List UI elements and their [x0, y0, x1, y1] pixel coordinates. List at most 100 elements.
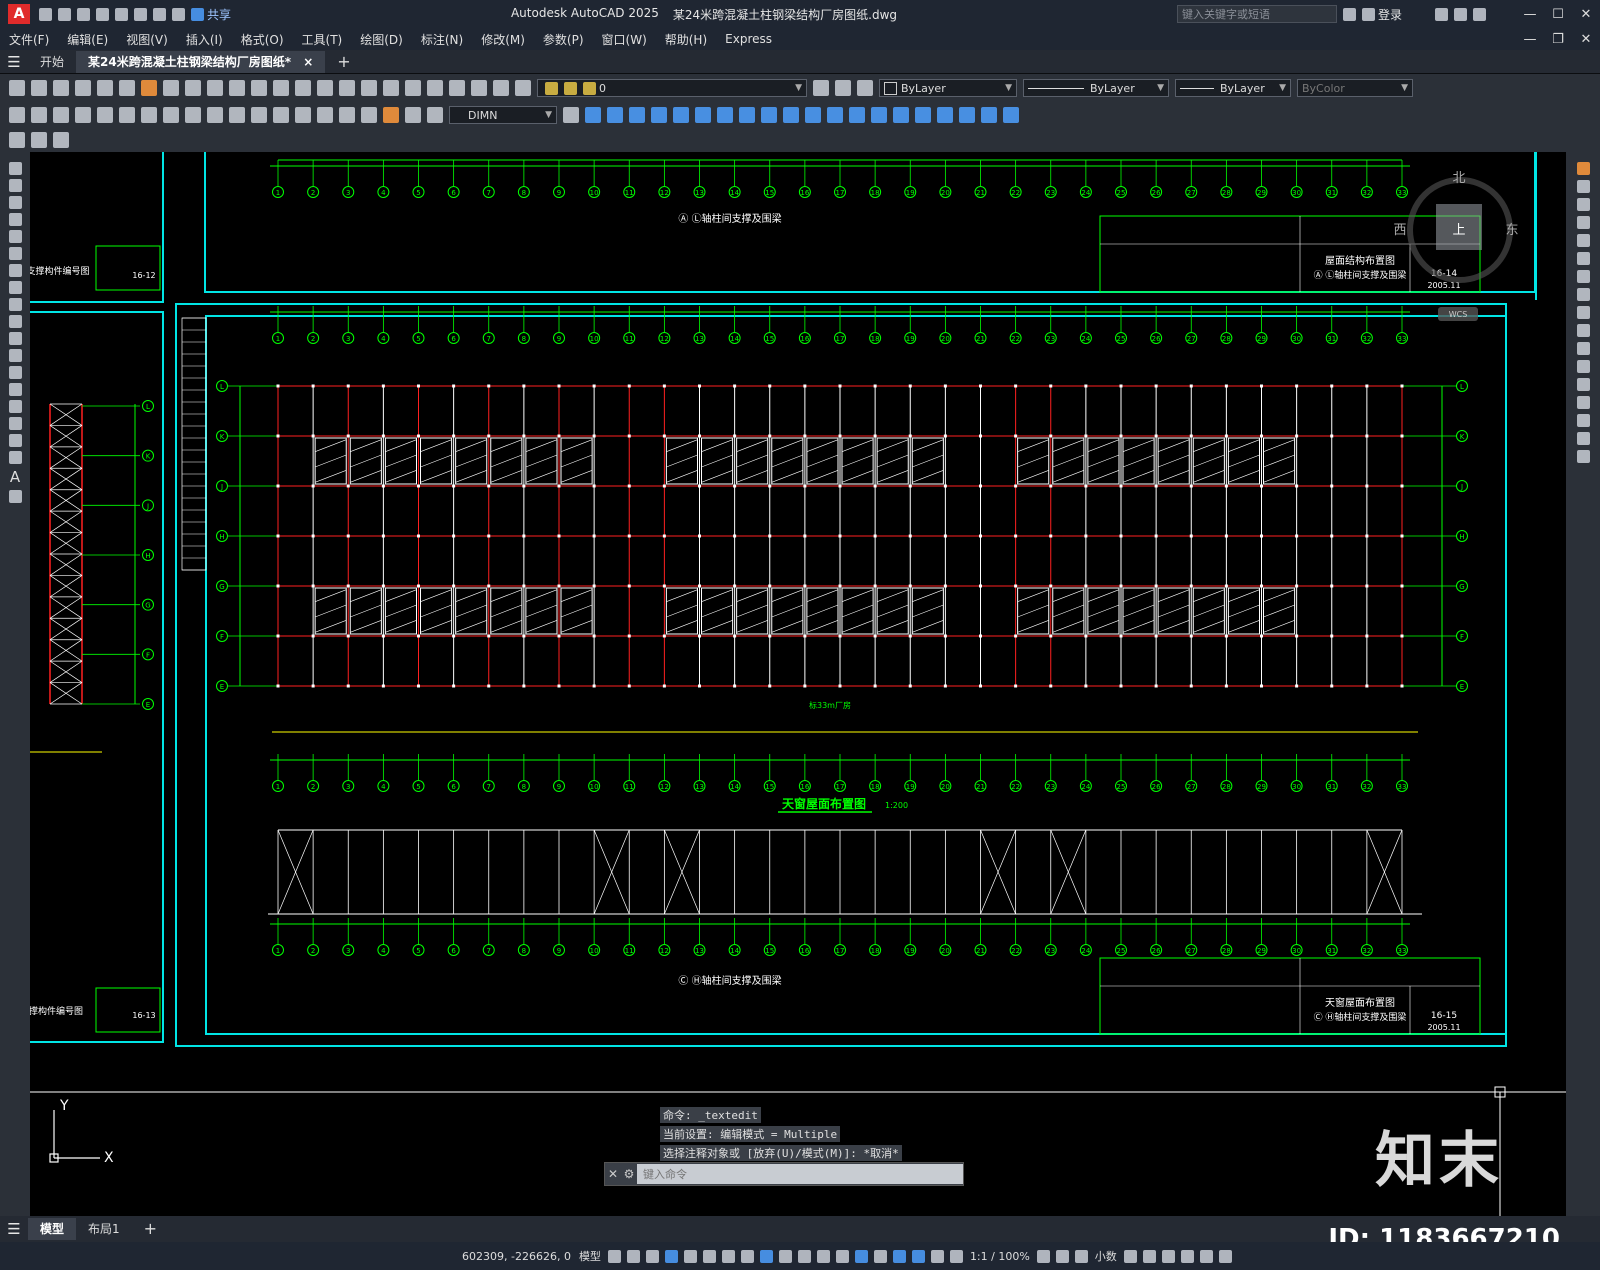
drawing-canvas[interactable]: 屋面结构布置图 Ⓐ Ⓛ轴柱间支撑及围梁 16-14 2005.11 天窗屋面布置…: [30, 152, 1566, 1216]
dim-text-edit-icon[interactable]: [405, 107, 421, 123]
quick-dim-icon[interactable]: [185, 107, 201, 123]
properties-icon[interactable]: [383, 80, 399, 96]
fillet-icon[interactable]: [1576, 414, 1590, 427]
ellipse-arc-icon[interactable]: [8, 332, 22, 345]
menu-dimension[interactable]: 标注(N): [412, 31, 472, 48]
open-file-icon[interactable]: [31, 80, 47, 96]
menu-window[interactable]: 窗口(W): [593, 31, 656, 48]
plot-icon[interactable]: [134, 7, 147, 21]
point-icon[interactable]: [8, 383, 22, 396]
menu-view[interactable]: 视图(V): [117, 31, 177, 48]
doc-close-button[interactable]: ✕: [1572, 32, 1600, 47]
zoom-window-icon[interactable]: [339, 80, 355, 96]
minimize-button[interactable]: —: [1516, 7, 1544, 22]
make-block-icon[interactable]: [8, 366, 22, 379]
hatch-icon[interactable]: [8, 400, 22, 413]
attribute-edit-icon[interactable]: [31, 132, 47, 148]
polygon-icon[interactable]: [8, 213, 22, 226]
modify-offset-icon[interactable]: [629, 107, 645, 123]
rectangle-icon[interactable]: [8, 230, 22, 243]
units-icon[interactable]: [1074, 1249, 1088, 1263]
make-current-layer-icon[interactable]: [813, 80, 829, 96]
snap-icon[interactable]: [626, 1249, 640, 1263]
plot-preview-icon[interactable]: [97, 80, 113, 96]
transparency-icon[interactable]: [797, 1249, 811, 1263]
layer-dropdown[interactable]: 0 ▼: [537, 79, 807, 97]
publish-3d-icon[interactable]: [119, 80, 135, 96]
add-layout-button[interactable]: +: [132, 1218, 169, 1240]
dim-update-icon[interactable]: [427, 107, 443, 123]
draw-order-icon[interactable]: [937, 107, 953, 123]
object-snap-icon[interactable]: [759, 1249, 773, 1263]
modify-join-icon[interactable]: [827, 107, 843, 123]
center-mark-icon[interactable]: [317, 107, 333, 123]
gradient-icon[interactable]: [8, 417, 22, 430]
lineweight-dropdown[interactable]: ByLayer ▼: [1175, 79, 1291, 97]
add-selected-icon[interactable]: [8, 490, 22, 503]
print-icon[interactable]: [75, 80, 91, 96]
open-icon[interactable]: [58, 7, 71, 21]
paste-icon[interactable]: [185, 80, 201, 96]
text-edit-icon[interactable]: [9, 132, 25, 148]
aligned-dim-icon[interactable]: [31, 107, 47, 123]
coordinates-readout[interactable]: 602309, -226626, 0: [458, 1250, 575, 1263]
help-icon[interactable]: [1473, 7, 1486, 21]
save-as-icon[interactable]: [96, 7, 109, 21]
copy-object-icon[interactable]: [1576, 180, 1590, 193]
revision-cloud-icon[interactable]: [8, 281, 22, 294]
erase-icon[interactable]: [1576, 162, 1590, 175]
lock-ui-icon[interactable]: [1142, 1249, 1156, 1263]
layer-properties-icon[interactable]: [515, 80, 531, 96]
dim-break-icon[interactable]: [273, 107, 289, 123]
mtext-icon[interactable]: A: [10, 468, 20, 486]
undo-icon[interactable]: [153, 7, 166, 21]
selection-filter-icon[interactable]: [873, 1249, 887, 1263]
tab-document[interactable]: 某24米跨混凝土柱钢梁结构厂房图纸* ×: [76, 50, 326, 73]
dim-style-icon[interactable]: [563, 107, 579, 123]
chamfer-icon[interactable]: [1576, 396, 1590, 409]
match-properties-icon[interactable]: [207, 80, 223, 96]
jogged-dim-icon[interactable]: [119, 107, 135, 123]
arc-icon[interactable]: [8, 247, 22, 260]
layer-walk-icon[interactable]: [53, 132, 69, 148]
modify-rotate-icon[interactable]: [695, 107, 711, 123]
scale-icon[interactable]: [1576, 288, 1590, 301]
annotation-scale-value[interactable]: 1:1 / 100%: [966, 1250, 1034, 1263]
construction-line-icon[interactable]: [8, 179, 22, 192]
model-space-toggle[interactable]: 模型: [575, 1248, 605, 1264]
trim-icon[interactable]: [1576, 324, 1590, 337]
clean-screen-icon[interactable]: [1199, 1249, 1213, 1263]
grid-icon[interactable]: [607, 1249, 621, 1263]
rotate-icon[interactable]: [1576, 270, 1590, 283]
dimstyle-dropdown[interactable]: DIMN ▼: [449, 106, 557, 124]
menu-parametric[interactable]: 参数(P): [534, 31, 593, 48]
customization-icon[interactable]: [1218, 1249, 1232, 1263]
isodraft-icon[interactable]: [721, 1249, 735, 1263]
isolate-objects-icon[interactable]: [1161, 1249, 1175, 1263]
annotation-scale-icon[interactable]: [949, 1249, 963, 1263]
modify-copy-icon[interactable]: [585, 107, 601, 123]
modify-explode-icon[interactable]: [893, 107, 909, 123]
qnew-icon[interactable]: [9, 80, 25, 96]
viewcube-east[interactable]: 东: [1505, 223, 1518, 238]
save-file-icon[interactable]: [53, 80, 69, 96]
tool-palettes-icon[interactable]: [427, 80, 443, 96]
search-input[interactable]: 键入关键字或短语: [1176, 5, 1337, 23]
copy-icon[interactable]: [163, 80, 179, 96]
plotstyle-dropdown[interactable]: ByColor ▼: [1297, 79, 1413, 97]
quick-properties-icon[interactable]: [1123, 1249, 1137, 1263]
annotation-visibility-icon[interactable]: [911, 1249, 925, 1263]
autodesk-a360-icon[interactable]: [1454, 7, 1467, 21]
radius-dim-icon[interactable]: [97, 107, 113, 123]
arc-length-icon[interactable]: [53, 107, 69, 123]
break-icon[interactable]: [1576, 360, 1590, 373]
3d-osnap-icon[interactable]: [835, 1249, 849, 1263]
cart-icon[interactable]: [1435, 7, 1448, 21]
tab-layout1[interactable]: 布局1: [76, 1218, 132, 1240]
angular-dim-icon[interactable]: [163, 107, 179, 123]
publish-icon[interactable]: [115, 7, 128, 21]
menu-express[interactable]: Express: [716, 32, 781, 46]
diameter-dim-icon[interactable]: [141, 107, 157, 123]
extend-icon[interactable]: [1576, 342, 1590, 355]
ungroup-icon[interactable]: [981, 107, 997, 123]
